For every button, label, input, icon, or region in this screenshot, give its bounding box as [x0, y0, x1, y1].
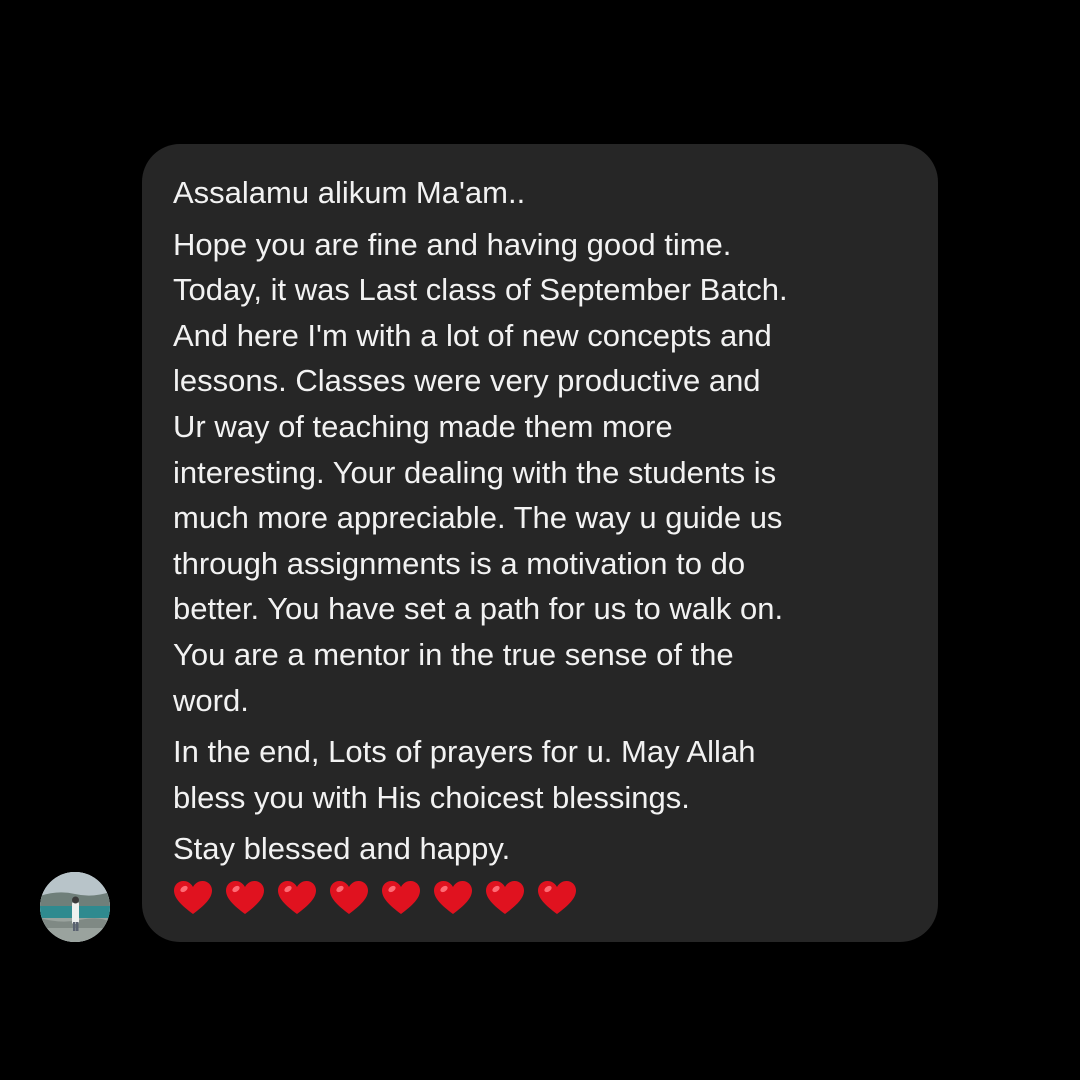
heart-shape [382, 880, 420, 914]
message-paragraph: Stay blessed and happy. [173, 826, 918, 872]
message-paragraph: Hope you are fine and having good time. T… [173, 222, 918, 724]
heart-shape [486, 880, 524, 914]
message-text-line: much more appreciable. The way u guide u… [173, 500, 783, 536]
red-heart-icon [538, 880, 576, 914]
message-text-line: Today, it was Last class of September Ba… [173, 272, 788, 308]
red-heart-icon [486, 880, 524, 914]
red-heart-icon [226, 880, 264, 914]
heart-shape [434, 880, 472, 914]
heart-shape [538, 880, 576, 914]
red-heart-icon [174, 880, 212, 914]
message-text-line: lessons. Classes were very productive an… [173, 363, 761, 399]
message-text-line: bless you with His choicest blessings. [173, 779, 690, 815]
message-text-line: You are a mentor in the true sense of th… [173, 636, 734, 672]
message-text-line: Stay blessed and happy. [173, 831, 511, 867]
message-paragraph: In the end, Lots of prayers for u. May A… [173, 729, 918, 820]
message-text-line: through assignments is a motivation to d… [173, 545, 746, 581]
emoji-row [173, 880, 918, 916]
red-heart-icon [278, 880, 316, 914]
message-text-line: Assalamu alikum Ma'am.. [173, 175, 526, 210]
red-heart-icon [382, 880, 420, 914]
heart-shape [174, 880, 212, 914]
heart-shape [226, 880, 264, 914]
message-bubble[interactable]: Assalamu alikum Ma'am.. Hope you are fine… [142, 144, 938, 942]
message-text-line: interesting. Your dealing with the stude… [173, 454, 777, 490]
profile-photo-avatar-icon [40, 872, 110, 942]
message-text-line: And here I'm with a lot of new concepts … [173, 317, 772, 353]
heart-shape [330, 880, 368, 914]
heart-shape [278, 880, 316, 914]
message-text-line: better. You have set a path for us to wa… [173, 591, 784, 627]
message-text-line: Hope you are fine and having good time. [173, 226, 732, 262]
message-text-line: Ur way of teaching made them more [173, 408, 673, 444]
red-heart-icon [330, 880, 368, 914]
message-text-line: In the end, Lots of prayers for u. May A… [173, 734, 756, 770]
message-paragraph: Assalamu alikum Ma'am.. [173, 170, 918, 216]
chat-screen: Assalamu alikum Ma'am.. Hope you are fine… [0, 0, 1080, 1080]
sender-avatar[interactable] [40, 872, 110, 942]
message-text-line: word. [173, 682, 249, 718]
red-heart-icon [434, 880, 472, 914]
